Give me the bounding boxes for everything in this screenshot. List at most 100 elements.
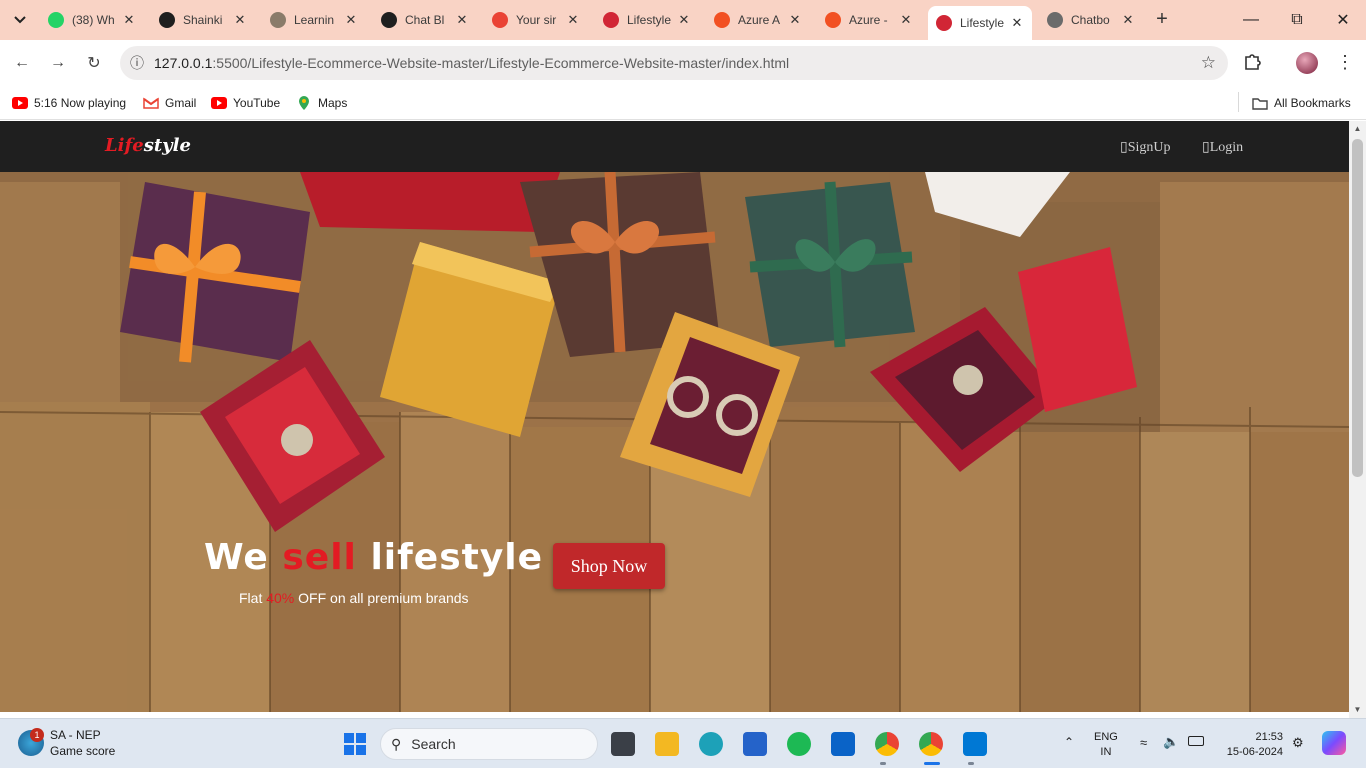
close-tab-icon[interactable]: ✕ (566, 12, 580, 28)
close-tab-icon[interactable]: ✕ (122, 12, 136, 28)
reload-button[interactable]: ↻ (80, 49, 108, 77)
spotify-icon[interactable] (787, 732, 811, 756)
folder-icon (1252, 95, 1268, 111)
chrome-profile-icon[interactable] (875, 732, 899, 756)
chevron-up-icon[interactable]: ⌃ (1064, 735, 1074, 749)
browser-tab[interactable]: Lifestyle ✕ (928, 6, 1032, 40)
running-app-indicator (968, 762, 974, 765)
globe-icon (1047, 12, 1063, 28)
widgets-button[interactable]: 1 SA - NEP Game score (18, 727, 115, 759)
close-tab-icon[interactable]: ✕ (233, 12, 247, 28)
all-bookmarks-button[interactable]: All Bookmarks (1252, 93, 1351, 113)
bookmark-maps[interactable]: Maps (296, 93, 347, 113)
extensions-icon[interactable] (1242, 50, 1264, 75)
forward-button[interactable]: → (44, 49, 72, 77)
volume-icon[interactable]: 🔈 (1163, 734, 1179, 750)
battery-icon[interactable] (1188, 736, 1204, 746)
bookmark-label: Maps (318, 96, 348, 110)
widget-icon: 1 (18, 728, 44, 756)
youtube-icon (12, 95, 28, 111)
search-icon: ⚲ (391, 735, 402, 752)
arrow-left-icon: ← (14, 54, 30, 71)
browser-tab[interactable]: Shainki ✕ (151, 6, 255, 34)
tab-title: Lifestyle (960, 16, 1005, 30)
maximize-button[interactable]: ⧉ (1274, 0, 1320, 40)
microsoft-icon (714, 12, 730, 28)
task-view-icon[interactable] (611, 732, 635, 756)
start-button[interactable] (343, 732, 367, 756)
site-info-icon[interactable]: ⓘ (120, 53, 154, 73)
scroll-up-icon[interactable]: ▲ (1352, 124, 1363, 133)
clock[interactable]: 21:53 15-06-2024 (1220, 730, 1283, 760)
url-host: 127.0.0.1 (154, 55, 213, 71)
close-tab-icon[interactable]: ✕ (788, 12, 802, 28)
edge-icon[interactable] (699, 732, 723, 756)
browser-tab[interactable]: Chatbo ✕ (1039, 6, 1143, 34)
browser-tab[interactable]: Your sir ✕ (484, 6, 588, 34)
browser-menu-icon[interactable]: ⋮ (1336, 52, 1354, 72)
close-window-button[interactable]: ✕ (1320, 0, 1366, 40)
language-indicator[interactable]: ENG IN (1094, 730, 1118, 760)
taskbar-search[interactable]: ⚲ Search (380, 728, 598, 760)
login-link[interactable]: ▯Login (1202, 139, 1243, 156)
tab-title: Chatbo (1071, 13, 1110, 27)
close-tab-icon[interactable]: ✕ (899, 12, 913, 28)
bookmark-label: Gmail (165, 96, 197, 110)
hero-subtitle: Flat 40% OFF on all premium brands (239, 590, 469, 606)
browser-tab[interactable]: Azure - ✕ (817, 6, 921, 34)
taskbar-search-label: Search (411, 736, 456, 752)
browser-tab[interactable]: Lifestyle ✕ (595, 6, 699, 34)
windows-icon (344, 733, 366, 755)
back-button[interactable]: ← (8, 49, 36, 77)
wifi-icon[interactable]: ≈ (1140, 735, 1147, 750)
tab-search-button[interactable] (6, 8, 34, 32)
site-logo[interactable]: Lifestyle (105, 135, 191, 156)
browser-tab[interactable]: Learnin ✕ (262, 6, 366, 34)
hero-banner: We sell lifestyle Flat 40% OFF on all pr… (0, 172, 1349, 712)
app-icon[interactable] (831, 732, 855, 756)
all-bookmarks-label: All Bookmarks (1274, 96, 1351, 110)
scrollbar-thumb[interactable] (1352, 139, 1363, 477)
close-tab-icon[interactable]: ✕ (1121, 12, 1135, 28)
bookmark-now-playing[interactable]: 5:16 Now playing (12, 93, 126, 113)
shop-now-button[interactable]: Shop Now (553, 543, 665, 589)
logo-white-part: style (143, 135, 191, 156)
youtube-icon (211, 95, 227, 111)
bookmark-label: 5:16 Now playing (34, 96, 127, 110)
scroll-down-icon[interactable]: ▼ (1352, 705, 1363, 714)
widget-line2: Game score (50, 744, 116, 758)
close-tab-icon[interactable]: ✕ (344, 12, 358, 28)
copilot-icon[interactable] (1322, 731, 1346, 755)
chrome-icon[interactable] (919, 732, 943, 756)
arrow-right-icon: → (50, 54, 66, 71)
new-tab-button[interactable]: + (1150, 8, 1174, 32)
hero-title-we: We (204, 537, 283, 578)
page-scrollbar[interactable]: ▲ ▼ (1349, 121, 1366, 718)
vscode-icon[interactable] (963, 732, 987, 756)
browser-tab[interactable]: (38) Wh ✕ (40, 6, 144, 34)
browser-tab[interactable]: Chat Bl ✕ (373, 6, 477, 34)
browser-tab[interactable]: Azure A ✕ (706, 6, 810, 34)
close-tab-icon[interactable]: ✕ (1010, 15, 1024, 31)
minimize-button[interactable]: — (1228, 0, 1274, 40)
active-app-indicator (924, 762, 940, 765)
url-text[interactable]: 127.0.0.1:5500/Lifestyle-Ecommerce-Websi… (154, 55, 789, 71)
store-icon[interactable] (743, 732, 767, 756)
widget-line1: SA - NEP (50, 728, 101, 742)
hero-background-image (0, 172, 1349, 712)
lifestyle-icon (936, 15, 952, 31)
lang-line1: ENG (1094, 731, 1118, 743)
notification-icon[interactable]: ⚙ (1292, 735, 1304, 751)
bookmark-youtube[interactable]: YouTube (211, 93, 280, 113)
file-explorer-icon[interactable] (655, 732, 679, 756)
close-tab-icon[interactable]: ✕ (677, 12, 691, 28)
address-bar[interactable]: ⓘ 127.0.0.1:5500/Lifestyle-Ecommerce-Web… (120, 46, 1228, 80)
microsoft-icon (825, 12, 841, 28)
bookmark-gmail[interactable]: Gmail (143, 93, 196, 113)
close-tab-icon[interactable]: ✕ (455, 12, 469, 28)
learning-icon (270, 12, 286, 28)
signup-link[interactable]: ▯SignUp (1120, 139, 1171, 156)
clock-date: 15-06-2024 (1226, 746, 1283, 758)
bookmark-star-icon[interactable]: ☆ (1201, 53, 1216, 73)
profile-avatar[interactable] (1296, 52, 1318, 74)
